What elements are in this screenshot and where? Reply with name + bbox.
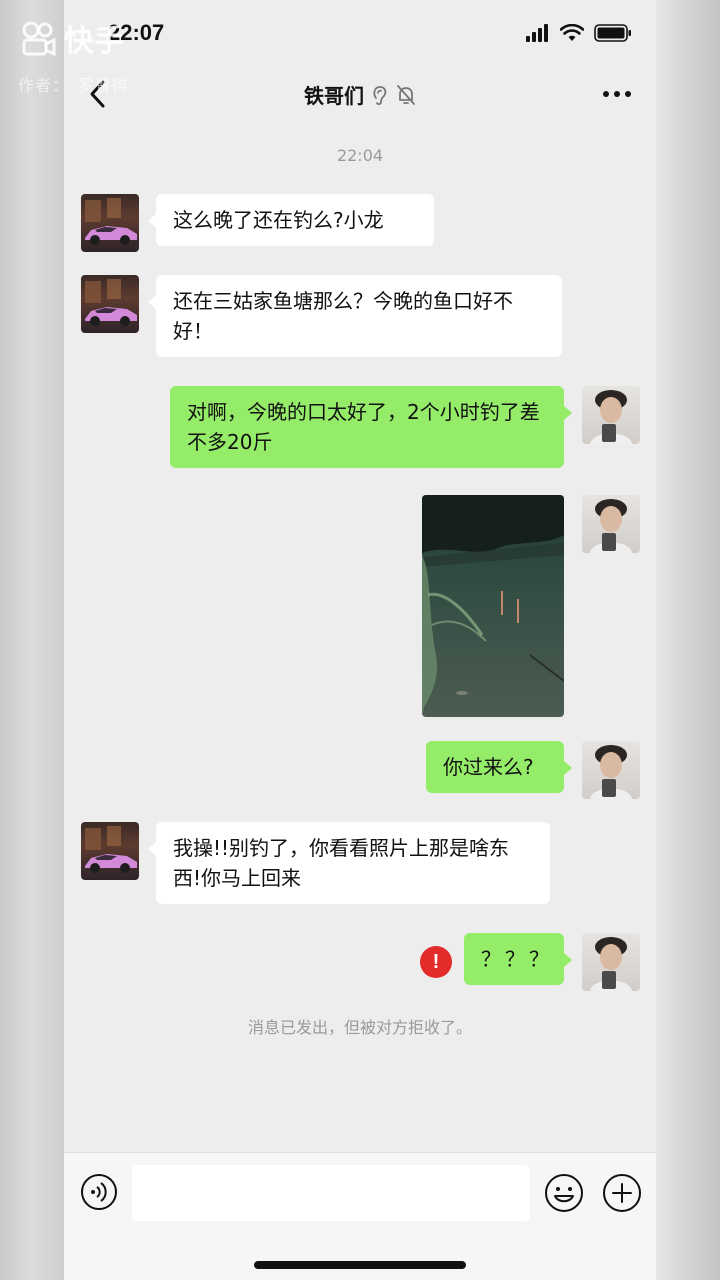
more-options-icon[interactable] xyxy=(602,84,632,104)
status-icons xyxy=(526,24,632,42)
message-timestamp: 22:04 xyxy=(336,146,384,165)
cellular-signal-icon xyxy=(526,24,548,42)
send-failed-icon[interactable]: ! xyxy=(420,946,452,978)
contact-avatar[interactable] xyxy=(81,194,139,252)
wifi-icon xyxy=(560,24,584,41)
chat-title: 铁哥们 xyxy=(64,80,656,109)
my-avatar[interactable] xyxy=(582,933,640,991)
message-bubble-received[interactable]: 这么晚了还在钓么?小龙 xyxy=(148,194,434,246)
add-attachment-icon[interactable] xyxy=(602,1173,642,1213)
contact-avatar[interactable] xyxy=(81,822,139,880)
rejected-message-notice: 消息已发出，但被对方拒收了。 xyxy=(247,1018,472,1037)
watermark-author: 作者： 罗曹得 xyxy=(18,76,130,95)
chat-screen: 22:07 铁哥们 22:04 这么晚了还在钓么?小龙 还在三姑家鱼塘那么？今晚… xyxy=(64,0,656,1280)
selfie-avatar-icon xyxy=(590,390,632,444)
selfie-avatar-icon xyxy=(590,499,632,553)
night-fishing-pond-photo[interactable] xyxy=(422,495,564,717)
message-input[interactable] xyxy=(132,1165,530,1221)
my-avatar[interactable] xyxy=(582,386,640,444)
my-avatar[interactable] xyxy=(582,495,640,553)
message-bubble-received[interactable]: 我操!!别钓了，你看看照片上那是啥东西!你马上回来 xyxy=(148,822,550,904)
message-bubble-sent[interactable]: ？？？ xyxy=(464,933,572,985)
emoji-icon[interactable] xyxy=(544,1173,584,1213)
watermark-logo: 快手 xyxy=(18,16,129,60)
voice-input-icon[interactable] xyxy=(80,1173,118,1211)
mute-bell-icon xyxy=(397,84,415,105)
message-bubble-received[interactable]: 还在三姑家鱼塘那么？今晚的鱼口好不好！ xyxy=(148,275,562,357)
my-avatar[interactable] xyxy=(582,741,640,799)
chat-header: 铁哥们 xyxy=(64,70,656,120)
selfie-avatar-icon xyxy=(590,745,632,799)
earpiece-mode-icon xyxy=(373,85,387,105)
chat-title-text: 铁哥们 xyxy=(304,84,364,108)
battery-icon xyxy=(594,24,631,42)
watermark-brand: 快手 xyxy=(64,24,124,59)
pink-sports-car-avatar-icon xyxy=(85,826,137,873)
home-indicator xyxy=(254,1261,466,1269)
kuaishou-watermark: 快手 作者： 罗曹得 xyxy=(18,16,129,96)
pond-photo-image xyxy=(422,495,564,717)
pink-sports-car-avatar-icon xyxy=(85,279,137,326)
pink-sports-car-avatar-icon xyxy=(85,198,137,245)
status-bar: 22:07 xyxy=(64,0,656,70)
message-bubble-sent[interactable]: 你过来么? xyxy=(426,741,572,793)
message-bubble-sent[interactable]: 对啊，今晚的口太好了，2个小时钓了差不多20斤 xyxy=(170,386,572,468)
kuaishou-logo-icon xyxy=(22,21,56,57)
contact-avatar[interactable] xyxy=(81,275,139,333)
message-input-bar xyxy=(64,1152,656,1280)
selfie-avatar-icon xyxy=(590,937,632,991)
